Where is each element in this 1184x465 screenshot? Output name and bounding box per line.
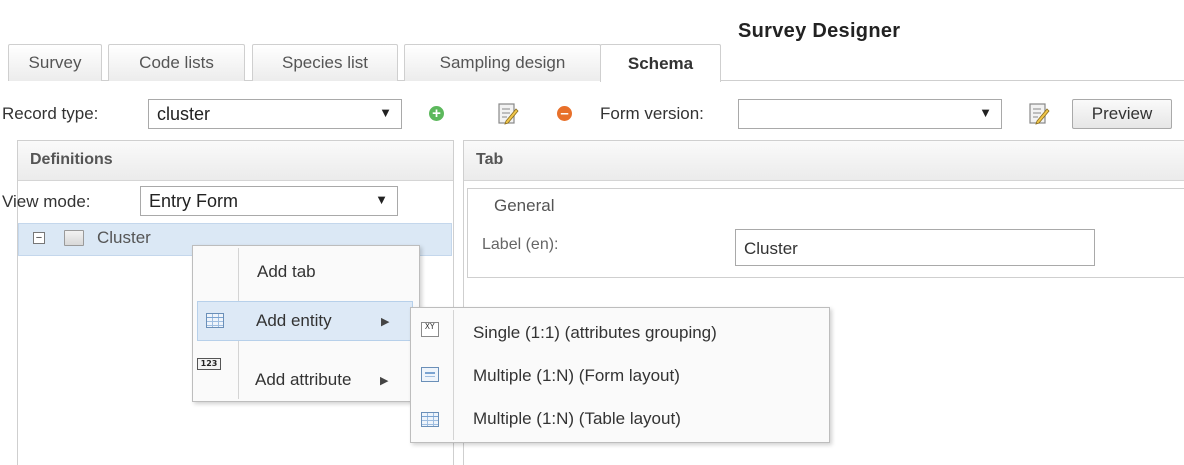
submenu-arrow-icon: ▶	[381, 316, 390, 328]
add-attribute-menu-item[interactable]: 123 Add attribute ▶	[197, 358, 413, 398]
menu-item-label: Add tab	[257, 262, 316, 281]
form-version-select[interactable]: ▼	[738, 99, 1002, 129]
tab-schema[interactable]: Schema	[600, 44, 721, 82]
submenu-arrow-icon: ▶	[380, 375, 389, 387]
tab-species-list[interactable]: Species list	[252, 44, 398, 81]
add-tab-menu-item[interactable]: Add tab	[195, 248, 417, 296]
add-record-button[interactable]: +	[429, 106, 444, 121]
entity-submenu: XY Single (1:1) (attributes grouping) Mu…	[410, 307, 830, 443]
edit-icon	[498, 103, 519, 125]
table-icon	[421, 412, 439, 427]
xy-icon: XY	[421, 322, 439, 337]
chevron-down-icon: ▼	[379, 105, 392, 120]
menu-item-label: Add attribute	[255, 370, 352, 389]
edit-form-version-button[interactable]	[1028, 102, 1050, 126]
menu-item-label: Multiple (1:N) (Table layout)	[473, 409, 681, 428]
label-en-input[interactable]: Cluster	[735, 229, 1095, 266]
menu-item-label: Add entity	[256, 311, 332, 330]
edit-icon	[1029, 103, 1050, 125]
edit-record-button[interactable]	[497, 102, 519, 126]
folder-icon	[64, 230, 84, 246]
remove-record-button[interactable]: –	[557, 106, 572, 121]
tree-node-label: Cluster	[97, 228, 151, 247]
multiple-form-menu-item[interactable]: Multiple (1:N) (Form layout)	[413, 356, 827, 396]
general-legend: General	[489, 196, 560, 216]
preview-button[interactable]: Preview	[1072, 99, 1172, 129]
menu-item-label: Single (1:1) (attributes grouping)	[473, 323, 717, 342]
collapse-toggle-icon[interactable]: −	[33, 232, 45, 244]
tab-code-lists[interactable]: Code lists	[108, 44, 245, 81]
record-type-select[interactable]: cluster ▼	[148, 99, 402, 129]
schema-toolbar: Record type: cluster ▼ + – Form version:…	[0, 96, 1184, 132]
table-icon	[206, 313, 224, 328]
remove-circle-icon: –	[557, 106, 572, 121]
number-icon: 123	[197, 358, 221, 370]
detail-header: Tab	[464, 141, 1184, 181]
label-en-label: Label (en):	[482, 236, 559, 253]
single-entity-menu-item[interactable]: XY Single (1:1) (attributes grouping)	[413, 312, 827, 352]
tab-sampling-design[interactable]: Sampling design	[404, 44, 601, 81]
record-type-value: cluster	[157, 103, 211, 124]
context-menu: Add tab Add entity ▶ 123 Add attribute ▶	[192, 245, 420, 402]
main-tabbar: Survey Code lists Species list Sampling …	[8, 44, 1184, 82]
menu-item-label: Multiple (1:N) (Form layout)	[473, 366, 680, 385]
app-title: Survey Designer	[738, 20, 901, 42]
record-type-label: Record type:	[2, 104, 99, 123]
add-entity-menu-item[interactable]: Add entity ▶	[197, 301, 413, 341]
chevron-down-icon: ▼	[979, 105, 992, 120]
multiple-table-menu-item[interactable]: Multiple (1:N) (Table layout)	[413, 399, 827, 439]
add-circle-icon: +	[429, 106, 444, 121]
form-version-label: Form version:	[600, 104, 704, 123]
form-icon	[421, 367, 439, 382]
tab-survey[interactable]: Survey	[8, 44, 102, 81]
